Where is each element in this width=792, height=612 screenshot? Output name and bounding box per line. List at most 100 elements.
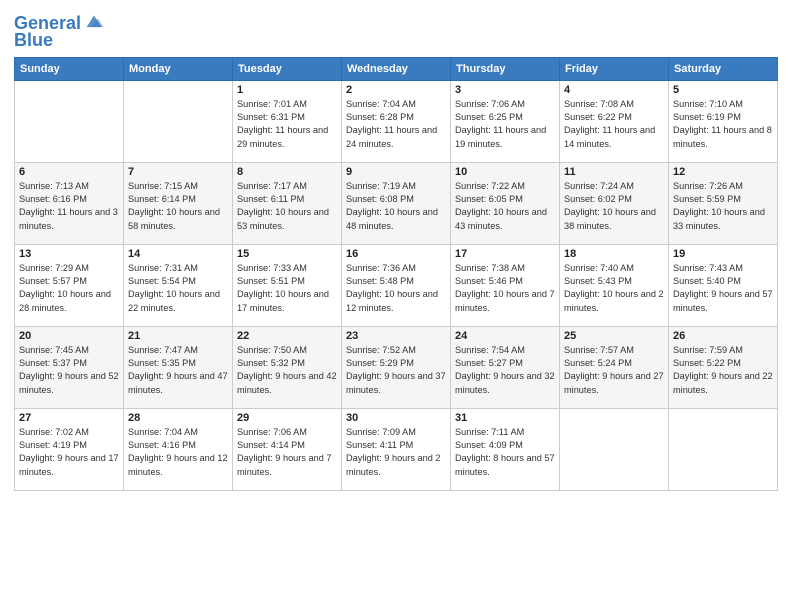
day-number: 15 [237,248,337,260]
calendar-cell [15,80,124,162]
day-info: Sunrise: 7:33 AMSunset: 5:51 PMDaylight:… [237,262,337,315]
calendar-cell: 9 Sunrise: 7:19 AMSunset: 6:08 PMDaylight… [342,162,451,244]
day-info: Sunrise: 7:19 AMSunset: 6:08 PMDaylight:… [346,180,446,233]
day-number: 18 [564,248,664,260]
day-info: Sunrise: 7:29 AMSunset: 5:57 PMDaylight:… [19,262,119,315]
day-number: 22 [237,330,337,342]
calendar-cell: 24 Sunrise: 7:54 AMSunset: 5:27 PMDayligh… [451,326,560,408]
calendar-cell: 18Sunrise: 7:40 AMSunset: 5:43 PMDayligh… [560,244,669,326]
calendar-week-row: 27Sunrise: 7:02 AMSunset: 4:19 PMDayligh… [15,408,778,490]
calendar-weekday-monday: Monday [124,57,233,80]
calendar-cell: 26Sunrise: 7:59 AMSunset: 5:22 PMDayligh… [669,326,778,408]
header: General Blue [14,10,778,51]
day-number: 8 [237,166,337,178]
calendar-cell: 1 Sunrise: 7:01 AMSunset: 6:31 PMDaylight… [233,80,342,162]
calendar-cell: 17Sunrise: 7:38 AMSunset: 5:46 PMDayligh… [451,244,560,326]
calendar-week-row: 6 Sunrise: 7:13 AMSunset: 6:16 PMDaylight… [15,162,778,244]
calendar-cell [669,408,778,490]
day-info: Sunrise: 7:13 AMSunset: 6:16 PMDaylight:… [19,180,119,233]
calendar-cell: 10Sunrise: 7:22 AMSunset: 6:05 PMDayligh… [451,162,560,244]
calendar-cell: 22 Sunrise: 7:50 AMSunset: 5:32 PMDayligh… [233,326,342,408]
calendar-cell: 23Sunrise: 7:52 AMSunset: 5:29 PMDayligh… [342,326,451,408]
day-info: Sunrise: 7:06 AMSunset: 4:14 PMDaylight:… [237,426,337,479]
calendar-cell: 12 Sunrise: 7:26 AMSunset: 5:59 PMDayligh… [669,162,778,244]
day-number: 5 [673,84,773,96]
day-info: Sunrise: 7:08 AMSunset: 6:22 PMDaylight:… [564,98,664,151]
day-info: Sunrise: 7:52 AMSunset: 5:29 PMDaylight:… [346,344,446,397]
page-container: General Blue SundayMondayTuesdayWednesda… [0,0,792,501]
day-info: Sunrise: 7:50 AMSunset: 5:32 PMDaylight:… [237,344,337,397]
calendar-weekday-friday: Friday [560,57,669,80]
calendar-cell: 15 Sunrise: 7:33 AMSunset: 5:51 PMDayligh… [233,244,342,326]
calendar-table: SundayMondayTuesdayWednesdayThursdayFrid… [14,57,778,491]
calendar-week-row: 20 Sunrise: 7:45 AMSunset: 5:37 PMDayligh… [15,326,778,408]
calendar-cell: 8 Sunrise: 7:17 AMSunset: 6:11 PMDaylight… [233,162,342,244]
calendar-cell: 11 Sunrise: 7:24 AMSunset: 6:02 PMDayligh… [560,162,669,244]
day-number: 28 [128,412,228,424]
calendar-weekday-saturday: Saturday [669,57,778,80]
day-info: Sunrise: 7:54 AMSunset: 5:27 PMDaylight:… [455,344,555,397]
day-info: Sunrise: 7:11 AMSunset: 4:09 PMDaylight:… [455,426,555,479]
day-number: 29 [237,412,337,424]
day-number: 19 [673,248,773,260]
day-info: Sunrise: 7:17 AMSunset: 6:11 PMDaylight:… [237,180,337,233]
calendar-weekday-sunday: Sunday [15,57,124,80]
calendar-cell: 28 Sunrise: 7:04 AMSunset: 4:16 PMDayligh… [124,408,233,490]
calendar-cell: 6 Sunrise: 7:13 AMSunset: 6:16 PMDaylight… [15,162,124,244]
day-number: 7 [128,166,228,178]
calendar-cell [124,80,233,162]
calendar-cell: 31 Sunrise: 7:11 AMSunset: 4:09 PMDayligh… [451,408,560,490]
day-number: 24 [455,330,555,342]
day-number: 11 [564,166,664,178]
calendar-cell: 7 Sunrise: 7:15 AMSunset: 6:14 PMDaylight… [124,162,233,244]
day-number: 1 [237,84,337,96]
day-info: Sunrise: 7:45 AMSunset: 5:37 PMDaylight:… [19,344,119,397]
day-info: Sunrise: 7:09 AMSunset: 4:11 PMDaylight:… [346,426,446,479]
day-info: Sunrise: 7:04 AMSunset: 6:28 PMDaylight:… [346,98,446,151]
day-number: 3 [455,84,555,96]
day-number: 12 [673,166,773,178]
calendar-cell: 3 Sunrise: 7:06 AMSunset: 6:25 PMDaylight… [451,80,560,162]
calendar-weekday-wednesday: Wednesday [342,57,451,80]
calendar-cell: 30 Sunrise: 7:09 AMSunset: 4:11 PMDayligh… [342,408,451,490]
calendar-cell: 2Sunrise: 7:04 AMSunset: 6:28 PMDaylight… [342,80,451,162]
calendar-cell: 19Sunrise: 7:43 AMSunset: 5:40 PMDayligh… [669,244,778,326]
day-info: Sunrise: 7:04 AMSunset: 4:16 PMDaylight:… [128,426,228,479]
calendar-weekday-tuesday: Tuesday [233,57,342,80]
day-info: Sunrise: 7:06 AMSunset: 6:25 PMDaylight:… [455,98,555,151]
day-number: 20 [19,330,119,342]
day-number: 27 [19,412,119,424]
day-info: Sunrise: 7:01 AMSunset: 6:31 PMDaylight:… [237,98,337,151]
day-info: Sunrise: 7:24 AMSunset: 6:02 PMDaylight:… [564,180,664,233]
day-number: 25 [564,330,664,342]
day-number: 30 [346,412,446,424]
day-number: 31 [455,412,555,424]
day-info: Sunrise: 7:31 AMSunset: 5:54 PMDaylight:… [128,262,228,315]
day-info: Sunrise: 7:38 AMSunset: 5:46 PMDaylight:… [455,262,555,315]
calendar-week-row: 13Sunrise: 7:29 AMSunset: 5:57 PMDayligh… [15,244,778,326]
day-info: Sunrise: 7:10 AMSunset: 6:19 PMDaylight:… [673,98,773,151]
day-number: 21 [128,330,228,342]
day-number: 16 [346,248,446,260]
day-number: 4 [564,84,664,96]
day-info: Sunrise: 7:47 AMSunset: 5:35 PMDaylight:… [128,344,228,397]
calendar-cell [560,408,669,490]
calendar-week-row: 1 Sunrise: 7:01 AMSunset: 6:31 PMDaylight… [15,80,778,162]
day-number: 6 [19,166,119,178]
calendar-cell: 29 Sunrise: 7:06 AMSunset: 4:14 PMDayligh… [233,408,342,490]
calendar-cell: 16 Sunrise: 7:36 AMSunset: 5:48 PMDayligh… [342,244,451,326]
logo: General Blue [14,14,105,51]
calendar-weekday-thursday: Thursday [451,57,560,80]
day-number: 9 [346,166,446,178]
calendar-header-row: SundayMondayTuesdayWednesdayThursdayFrid… [15,57,778,80]
day-info: Sunrise: 7:22 AMSunset: 6:05 PMDaylight:… [455,180,555,233]
calendar-cell: 27Sunrise: 7:02 AMSunset: 4:19 PMDayligh… [15,408,124,490]
day-number: 26 [673,330,773,342]
day-info: Sunrise: 7:26 AMSunset: 5:59 PMDaylight:… [673,180,773,233]
day-info: Sunrise: 7:15 AMSunset: 6:14 PMDaylight:… [128,180,228,233]
calendar-cell: 20 Sunrise: 7:45 AMSunset: 5:37 PMDayligh… [15,326,124,408]
calendar-cell: 25Sunrise: 7:57 AMSunset: 5:24 PMDayligh… [560,326,669,408]
calendar-cell: 4 Sunrise: 7:08 AMSunset: 6:22 PMDaylight… [560,80,669,162]
day-info: Sunrise: 7:36 AMSunset: 5:48 PMDaylight:… [346,262,446,315]
logo-icon [83,11,105,33]
